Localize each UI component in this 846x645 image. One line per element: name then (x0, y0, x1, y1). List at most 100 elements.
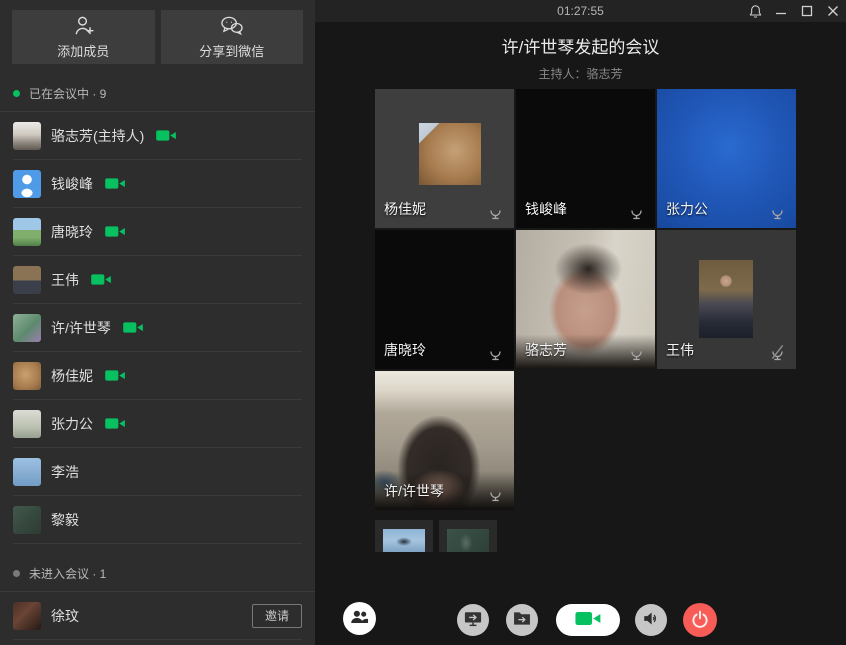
participant-row[interactable]: 徐玟 邀请 (13, 592, 302, 640)
video-on-icon (91, 272, 112, 287)
share-to-wechat-label: 分享到微信 (199, 41, 264, 60)
tile-participant-name: 杨佳妮 (384, 199, 426, 219)
share-document-button[interactable] (506, 604, 538, 636)
thumbnail-still (383, 529, 425, 552)
not-joined-participant-list: 徐玟 邀请 (0, 591, 315, 640)
add-member-label: 添加成员 (57, 41, 109, 60)
participant-row[interactable]: 唐晓玲 (13, 208, 302, 256)
participant-name: 李浩 (51, 462, 79, 482)
wechat-icon (219, 15, 244, 36)
video-still (699, 260, 753, 338)
mic-icon (488, 203, 503, 220)
invite-button[interactable]: 邀请 (252, 604, 302, 628)
add-member-button[interactable]: 添加成员 (12, 10, 155, 64)
participant-row[interactable]: 李浩 (13, 448, 302, 496)
leave-meeting-button[interactable] (683, 603, 717, 637)
participant-name: 许/许世琴 (51, 318, 111, 338)
video-grid: 杨佳妮 钱峻峰 (375, 89, 796, 510)
in-meeting-participant-list: 骆志芳(主持人) 钱峻峰 唐晓玲 (0, 111, 315, 544)
maximize-icon[interactable] (794, 0, 820, 22)
camera-on-icon (575, 609, 602, 631)
video-tile[interactable]: 钱峻峰 (516, 89, 655, 228)
video-thumbnail[interactable] (375, 520, 433, 552)
mic-icon (488, 344, 503, 361)
participant-avatar (13, 506, 41, 534)
meeting-timer: 01:27:55 (557, 4, 604, 18)
video-tile[interactable]: 杨佳妮 (375, 89, 514, 228)
meeting-main-area: 01:27:55 许/许世琴发起 (315, 0, 846, 645)
participant-name: 唐晓玲 (51, 222, 93, 242)
meeting-header: 许/许世琴发起的会议 主持人：骆志芳 (315, 33, 846, 82)
participant-avatar (13, 314, 41, 342)
tile-participant-name: 张力公 (666, 199, 708, 219)
mic-icon (770, 344, 785, 361)
video-tile[interactable]: 张力公 (657, 89, 796, 228)
share-screen-button[interactable] (457, 604, 489, 636)
meeting-title: 许/许世琴发起的会议 (315, 33, 846, 58)
in-meeting-count-text: 已在会议中 · 9 (29, 85, 106, 102)
participant-name: 杨佳妮 (51, 366, 93, 386)
meeting-host: 主持人：骆志芳 (315, 65, 846, 82)
participant-name: 王伟 (51, 270, 79, 290)
green-status-dot (13, 90, 20, 97)
participant-row[interactable]: 黎毅 (13, 496, 302, 544)
thumbnail-still (447, 529, 489, 552)
participant-name: 张力公 (51, 414, 93, 434)
participant-avatar (13, 362, 41, 390)
minimize-icon[interactable] (768, 0, 794, 22)
toolbar-center-group (457, 603, 717, 637)
participant-name: 骆志芳(主持人) (51, 126, 144, 146)
camera-toggle-button[interactable] (556, 604, 620, 636)
speaker-button[interactable] (635, 604, 667, 636)
video-tile[interactable]: 王伟 (657, 230, 796, 369)
power-icon (691, 610, 709, 631)
participant-avatar (13, 122, 41, 150)
video-thumbnail[interactable] (439, 520, 497, 552)
participant-avatar (13, 170, 41, 198)
tile-participant-name: 许/许世琴 (384, 481, 444, 501)
window-controls (742, 0, 846, 22)
tile-participant-name: 骆志芳 (525, 340, 567, 360)
tile-participant-name: 王伟 (666, 340, 694, 360)
video-on-icon (105, 176, 126, 191)
notification-bell-icon[interactable] (742, 0, 768, 22)
window-titlebar: 01:27:55 (315, 0, 846, 22)
video-tile[interactable]: 骆志芳 (516, 230, 655, 369)
tile-participant-name: 钱峻峰 (525, 199, 567, 219)
share-to-wechat-button[interactable]: 分享到微信 (161, 10, 304, 64)
participant-avatar (13, 602, 41, 630)
participant-avatar (13, 458, 41, 486)
sidebar-actions: 添加成员 分享到微信 (0, 0, 315, 64)
share-screen-icon (464, 610, 482, 630)
close-icon[interactable] (820, 0, 846, 22)
speaker-icon (642, 610, 660, 630)
participant-name: 黎毅 (51, 510, 79, 530)
participant-row[interactable]: 钱峻峰 (13, 160, 302, 208)
not-joined-count-text: 未进入会议 · 1 (29, 565, 106, 582)
participants-sidebar: 添加成员 分享到微信 已在会议中 · 9 (0, 0, 315, 645)
video-on-icon (156, 128, 177, 143)
video-on-icon (105, 368, 126, 383)
participant-row[interactable]: 张力公 (13, 400, 302, 448)
participant-name: 徐玟 (51, 606, 79, 626)
participant-row[interactable]: 王伟 (13, 256, 302, 304)
tile-participant-name: 唐晓玲 (384, 340, 426, 360)
participant-row[interactable]: 杨佳妮 (13, 352, 302, 400)
mic-icon (629, 203, 644, 220)
mic-icon (488, 485, 503, 502)
participant-avatar (13, 266, 41, 294)
not-joined-section-label: 未进入会议 · 1 (13, 565, 302, 582)
video-on-icon (105, 224, 126, 239)
video-tile[interactable]: 唐晓玲 (375, 230, 514, 369)
members-button[interactable] (343, 602, 376, 635)
in-meeting-section-label: 已在会议中 · 9 (13, 85, 302, 102)
mic-icon (770, 203, 785, 220)
video-on-icon (123, 320, 144, 335)
person-add-icon (72, 15, 95, 36)
mic-icon (629, 344, 644, 361)
video-tile[interactable]: 许/许世琴 (375, 371, 514, 510)
video-thumbnail-strip (375, 520, 846, 552)
participant-row[interactable]: 许/许世琴 (13, 304, 302, 352)
participant-row[interactable]: 骆志芳(主持人) (13, 112, 302, 160)
gray-status-dot (13, 570, 20, 577)
